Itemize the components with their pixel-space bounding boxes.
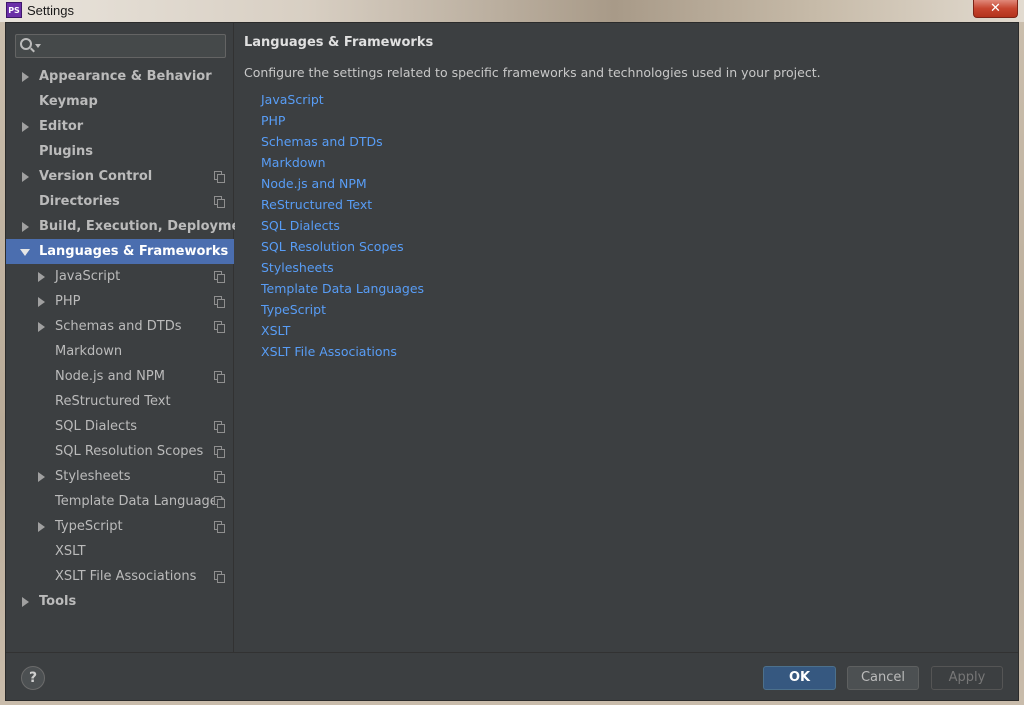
sidebar-item-plugins[interactable]: Plugins xyxy=(6,139,234,164)
project-level-settings-icon xyxy=(214,446,225,458)
chevron-right-icon[interactable] xyxy=(22,72,29,82)
sidebar-item-label: PHP xyxy=(55,294,81,309)
sidebar-item-label: Tools xyxy=(39,594,77,609)
project-level-settings-icon xyxy=(214,371,225,383)
sidebar-item-tools[interactable]: Tools xyxy=(6,589,234,614)
link-stylesheets[interactable]: Stylesheets xyxy=(261,260,334,275)
link-xslt[interactable]: XSLT xyxy=(261,323,290,338)
search-field[interactable] xyxy=(15,34,226,58)
link-template-data-languages[interactable]: Template Data Languages xyxy=(261,281,424,296)
sidebar-item-markdown[interactable]: Markdown xyxy=(6,339,234,364)
chevron-right-icon[interactable] xyxy=(22,122,29,132)
project-level-settings-icon xyxy=(214,471,225,483)
sidebar-item-template-data-languages[interactable]: Template Data Languages xyxy=(6,489,234,514)
sidebar-item-label: SQL Resolution Scopes xyxy=(55,444,204,459)
search-input[interactable] xyxy=(44,37,222,55)
chevron-right-icon[interactable] xyxy=(38,297,45,307)
sidebar-item-node-js-and-npm[interactable]: Node.js and NPM xyxy=(6,364,234,389)
settings-sidebar: Appearance & Behavior Keymap Editor Plugins… xyxy=(6,23,256,652)
project-level-settings-icon xyxy=(214,521,225,533)
sidebar-item-label: Languages & Frameworks xyxy=(39,244,229,259)
link-sql-dialects[interactable]: SQL Dialects xyxy=(261,218,340,233)
sidebar-item-editor[interactable]: Editor xyxy=(6,114,234,139)
cancel-button[interactable]: Cancel xyxy=(847,666,919,690)
sidebar-item-keymap[interactable]: Keymap xyxy=(6,89,234,114)
sidebar-item-version-control[interactable]: Version Control xyxy=(6,164,234,189)
chevron-down-icon[interactable] xyxy=(20,249,30,256)
window-title: Settings xyxy=(27,3,74,18)
chevron-right-icon[interactable] xyxy=(38,472,45,482)
chevron-right-icon[interactable] xyxy=(22,172,29,182)
sidebar-item-label: Markdown xyxy=(55,344,123,359)
sidebar-item-label: Editor xyxy=(39,119,84,134)
sidebar-item-label: Template Data Languages xyxy=(55,494,225,509)
project-level-settings-icon xyxy=(214,196,225,208)
link-markdown[interactable]: Markdown xyxy=(261,155,326,170)
chevron-right-icon[interactable] xyxy=(22,597,29,607)
sidebar-item-label: Schemas and DTDs xyxy=(55,319,182,334)
sidebar-item-label: Plugins xyxy=(39,144,93,159)
sidebar-item-appearance-behavior[interactable]: Appearance & Behavior xyxy=(6,64,234,89)
link-xslt-file-associations[interactable]: XSLT File Associations xyxy=(261,344,397,359)
sidebar-item-label: XSLT xyxy=(55,544,86,559)
window-titlebar: PS Settings ✕ xyxy=(0,0,1024,22)
sidebar-item-php[interactable]: PHP xyxy=(6,289,234,314)
link-php[interactable]: PHP xyxy=(261,113,285,128)
project-level-settings-icon xyxy=(214,571,225,583)
sidebar-item-label: Directories xyxy=(39,194,120,209)
project-level-settings-icon xyxy=(214,321,225,333)
link-javascript[interactable]: JavaScript xyxy=(261,92,324,107)
search-icon[interactable] xyxy=(20,38,32,50)
sidebar-item-label: Stylesheets xyxy=(55,469,131,484)
phpstorm-logo-icon: PS xyxy=(6,2,22,18)
settings-dialog: Appearance & Behavior Keymap Editor Plugins… xyxy=(5,22,1019,701)
sidebar-item-xslt-file-associations[interactable]: XSLT File Associations xyxy=(6,564,234,589)
search-options-chevron-icon[interactable] xyxy=(35,44,41,48)
sidebar-item-languages-frameworks[interactable]: Languages & Frameworks xyxy=(6,239,234,264)
sidebar-item-label: Appearance & Behavior xyxy=(39,69,212,84)
sidebar-item-sql-resolution-scopes[interactable]: SQL Resolution Scopes xyxy=(6,439,234,464)
project-level-settings-icon xyxy=(214,171,225,183)
dialog-footer: ? OK Cancel Apply xyxy=(6,652,1018,700)
project-level-settings-icon xyxy=(214,296,225,308)
chevron-right-icon[interactable] xyxy=(38,322,45,332)
project-level-settings-icon xyxy=(214,496,225,508)
sidebar-item-typescript[interactable]: TypeScript xyxy=(6,514,234,539)
apply-button[interactable]: Apply xyxy=(931,666,1003,690)
project-level-settings-icon xyxy=(214,421,225,433)
link-restructured-text[interactable]: ReStructured Text xyxy=(261,197,372,212)
link-schemas-and-dtds[interactable]: Schemas and DTDs xyxy=(261,134,383,149)
sidebar-item-javascript[interactable]: JavaScript xyxy=(6,264,234,289)
link-typescript[interactable]: TypeScript xyxy=(261,302,326,317)
link-node-js-and-npm[interactable]: Node.js and NPM xyxy=(261,176,367,191)
link-sql-resolution-scopes[interactable]: SQL Resolution Scopes xyxy=(261,239,404,254)
help-button[interactable]: ? xyxy=(21,666,45,690)
page-title: Languages & Frameworks xyxy=(244,35,434,50)
sidebar-item-label: TypeScript xyxy=(55,519,123,534)
sidebar-item-label: Node.js and NPM xyxy=(55,369,165,384)
sidebar-item-build-execution-deployment[interactable]: Build, Execution, Deployment xyxy=(6,214,256,239)
project-level-settings-icon xyxy=(214,271,225,283)
sidebar-item-label: Keymap xyxy=(39,94,98,109)
chevron-right-icon[interactable] xyxy=(38,272,45,282)
sidebar-item-label: Build, Execution, Deployment xyxy=(39,219,256,234)
ok-button[interactable]: OK xyxy=(763,666,836,690)
chevron-right-icon[interactable] xyxy=(38,522,45,532)
sidebar-item-stylesheets[interactable]: Stylesheets xyxy=(6,464,234,489)
settings-content-panel: Languages & Frameworks Configure the set… xyxy=(235,23,1018,652)
sidebar-item-sql-dialects[interactable]: SQL Dialects xyxy=(6,414,234,439)
chevron-right-icon[interactable] xyxy=(22,222,29,232)
sidebar-item-xslt[interactable]: XSLT xyxy=(6,539,234,564)
close-button[interactable]: ✕ xyxy=(973,0,1018,18)
page-description: Configure the settings related to specif… xyxy=(244,65,821,80)
sidebar-item-label: XSLT File Associations xyxy=(55,569,197,584)
sidebar-item-directories[interactable]: Directories xyxy=(6,189,234,214)
sidebar-item-label: Version Control xyxy=(39,169,153,184)
sidebar-item-restructured-text[interactable]: ReStructured Text xyxy=(6,389,234,414)
sidebar-item-label: ReStructured Text xyxy=(55,394,171,409)
sidebar-item-label: SQL Dialects xyxy=(55,419,138,434)
sidebar-item-label: JavaScript xyxy=(55,269,121,284)
sidebar-item-schemas-and-dtds[interactable]: Schemas and DTDs xyxy=(6,314,234,339)
